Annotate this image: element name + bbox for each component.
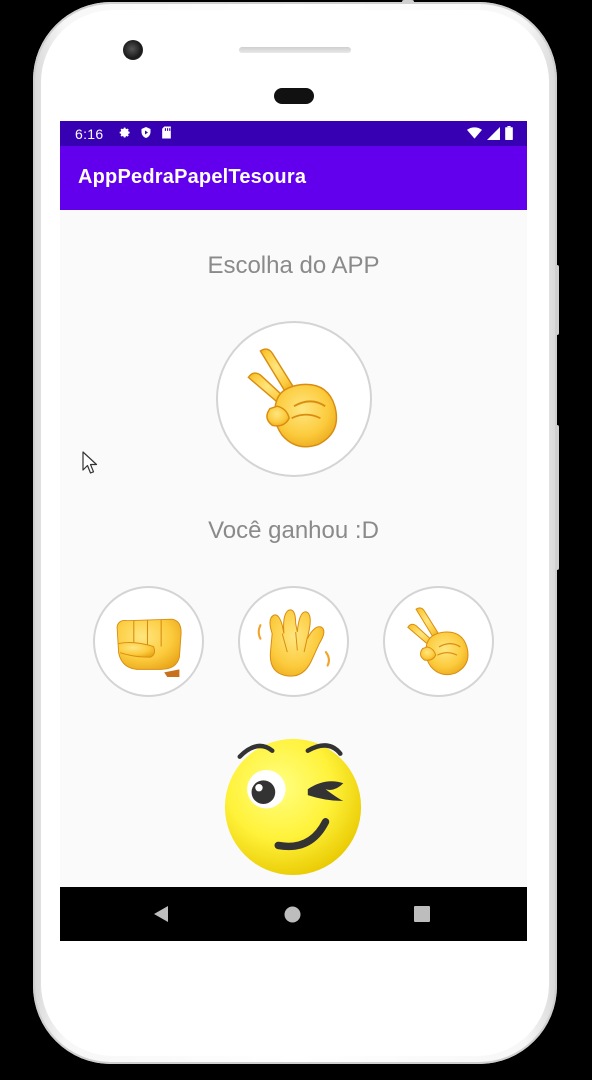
app-bar: AppPedraPapelTesoura [60,146,527,210]
volume-button [555,425,559,570]
app-choice-label: Escolha do APP [207,252,380,279]
signal-icon [487,126,500,140]
main-content: Escolha do APP Você ganhou :D [60,210,527,887]
mouse-cursor-icon [82,451,98,474]
option-pedra-button[interactable] [93,586,204,697]
settings-icon [119,127,130,138]
proximity-sensor [274,88,314,104]
front-camera [123,40,143,60]
wifi-icon [467,127,482,139]
fist-icon [116,618,182,677]
device-screen: 6:16 AppPedraPapelTesoura Escolha do APP… [60,121,527,941]
result-face-image [219,730,367,878]
option-papel-button[interactable] [238,586,349,697]
home-icon[interactable] [284,906,301,923]
back-icon[interactable] [152,905,170,923]
status-notification-icons [118,126,172,139]
status-bar: 6:16 [60,121,527,146]
battery-icon [505,126,513,140]
status-system-icons [467,126,513,140]
status-time: 6:16 [75,126,104,142]
sd-card-icon [162,126,171,139]
navigation-bar [60,887,527,941]
recents-icon[interactable] [414,906,430,922]
power-button [555,265,559,335]
app-choice-image [216,321,372,477]
waving-hand-icon [257,608,330,677]
top-button [402,0,414,4]
app-title: AppPedraPapelTesoura [78,166,307,188]
shield-icon [141,127,151,138]
victory-hand-icon [247,348,338,448]
option-tesoura-button[interactable] [383,586,494,697]
winking-face-icon [224,738,362,876]
earpiece-speaker [239,47,351,53]
victory-hand-icon [406,606,468,675]
result-text: Você ganhou :D [208,517,379,544]
